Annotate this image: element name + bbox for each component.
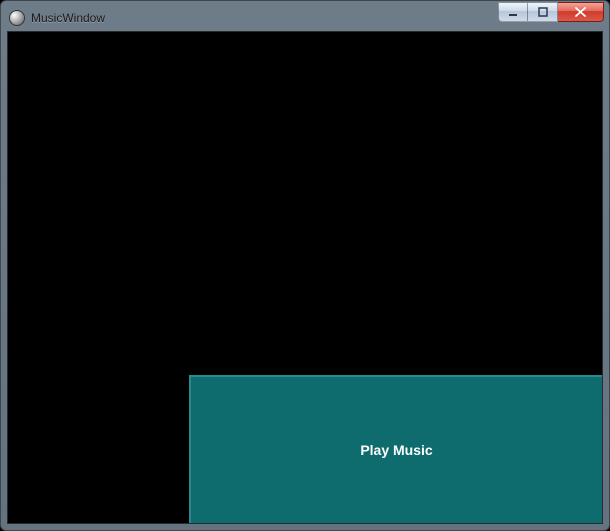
- minimize-icon: [508, 7, 518, 17]
- window-title: MusicWindow: [31, 11, 105, 25]
- titlebar: MusicWindow: [7, 7, 603, 29]
- client-area: Play Music: [7, 31, 603, 524]
- maximize-icon: [538, 7, 548, 17]
- window-control-buttons: [498, 2, 604, 22]
- close-button[interactable]: [558, 2, 604, 22]
- titlebar-left: MusicWindow: [7, 10, 105, 26]
- window-chrome: MusicWindow Play Music: [0, 0, 610, 531]
- maximize-button[interactable]: [528, 2, 558, 22]
- play-music-label: Play Music: [360, 442, 432, 458]
- close-icon: [575, 7, 586, 17]
- app-icon: [9, 10, 25, 26]
- play-music-button[interactable]: Play Music: [189, 375, 602, 523]
- minimize-button[interactable]: [498, 2, 528, 22]
